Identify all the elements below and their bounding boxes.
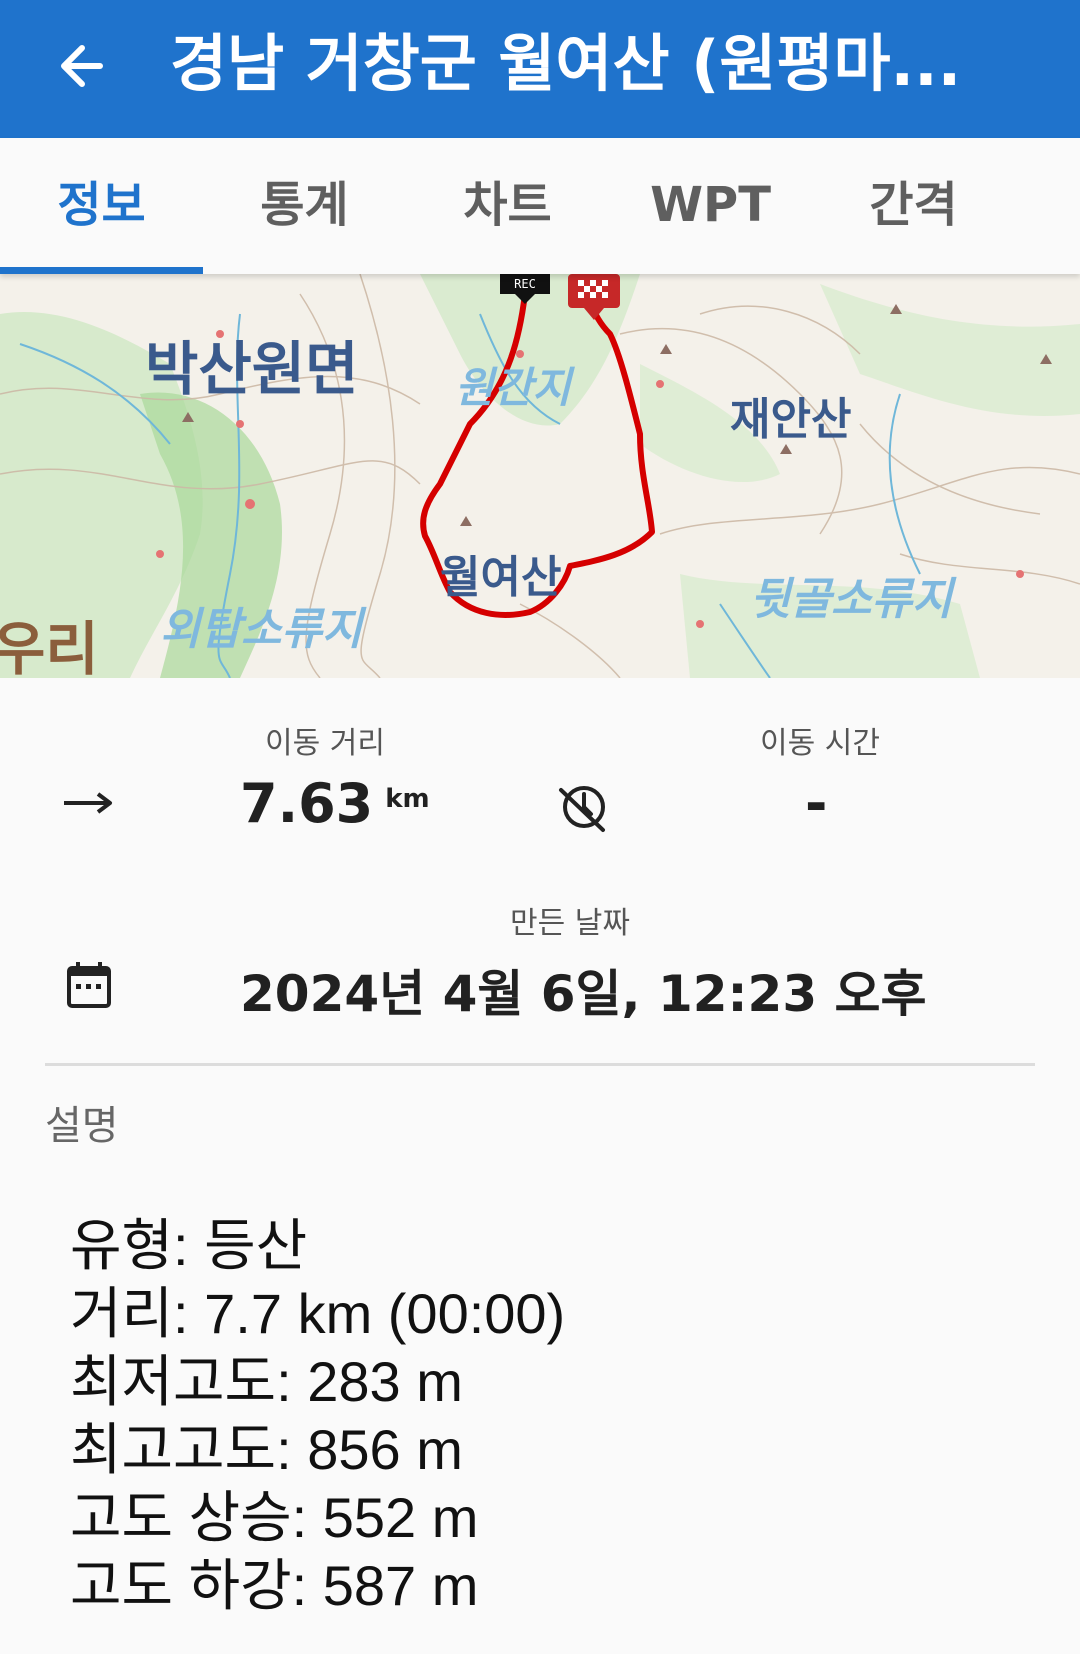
svg-text:REC: REC <box>514 277 536 291</box>
map-label-jaeansan: 재안산 <box>730 394 851 445</box>
timer-off-icon <box>559 786 605 832</box>
track-map[interactable]: REC 박산원면 원간지 재안산 월여산 외탑소류지 뒷골소류지 우리 <box>0 274 1080 678</box>
distance-label: 이동 거리 <box>265 726 385 761</box>
tab-interval[interactable]: 간격 <box>812 138 1015 274</box>
back-button[interactable] <box>52 36 112 96</box>
tab-bar: 정보 통계 차트 WPT 간격 <box>0 138 1080 274</box>
app-bar: 경남 거창군 월여산 (원평마... <box>0 0 1080 138</box>
calendar-icon <box>67 962 111 1008</box>
distance-unit: km <box>385 784 430 814</box>
map-label-wonganji: 원간지 <box>455 363 575 412</box>
tab-stats[interactable]: 통계 <box>203 138 406 274</box>
tab-label: 정보 <box>57 177 146 233</box>
arrow-left-icon <box>61 45 103 87</box>
arrow-right-icon <box>64 792 112 814</box>
map-label-oetap: 외탑소류지 <box>160 604 367 655</box>
section-divider <box>45 1063 1035 1066</box>
map-label-dwitgol: 뒷골소류지 <box>750 574 957 625</box>
description-line: 유형: 등산 <box>70 1214 308 1277</box>
created-date-value: 2024년 4월 6일, 12:23 오후 <box>240 965 927 1023</box>
description-body: 유형: 등산 거리: 7.7 km (00:00) 최저고도: 283 m 최고… <box>70 1212 565 1620</box>
page-title: 경남 거창군 월여산 (원평마... <box>170 27 962 100</box>
tab-chart[interactable]: 차트 <box>406 138 609 274</box>
description-line: 고도 상승: 552 m <box>70 1486 479 1549</box>
tab-active-indicator <box>0 267 203 274</box>
tab-label: 통계 <box>260 177 349 233</box>
tab-label: 차트 <box>463 177 552 233</box>
moving-time-label: 이동 시간 <box>760 726 880 761</box>
tab-wpt[interactable]: WPT <box>609 138 812 274</box>
map-label-wolyeosan: 월여산 <box>440 552 561 603</box>
tab-label: 간격 <box>869 177 958 233</box>
description-line: 최저고도: 283 m <box>70 1350 463 1413</box>
description-line: 고도 하강: 587 m <box>70 1554 479 1617</box>
moving-time-value: - <box>805 772 828 835</box>
tab-info[interactable]: 정보 <box>0 138 203 274</box>
map-label-baksanwon: 박산원면 <box>145 335 358 403</box>
distance-value: 7.63 km <box>240 772 430 835</box>
map-canvas: REC 박산원면 원간지 재안산 월여산 외탑소류지 뒷골소류지 우리 <box>0 274 1080 678</box>
description-line: 최고고도: 856 m <box>70 1418 463 1481</box>
description-line: 거리: 7.7 km (00:00) <box>70 1282 566 1345</box>
tab-label: WPT <box>650 177 771 233</box>
map-label-uri: 우리 <box>0 615 99 678</box>
distance-number: 7.63 <box>240 772 374 835</box>
description-title: 설명 <box>45 1103 119 1149</box>
created-date-label: 만든 날짜 <box>510 906 630 941</box>
